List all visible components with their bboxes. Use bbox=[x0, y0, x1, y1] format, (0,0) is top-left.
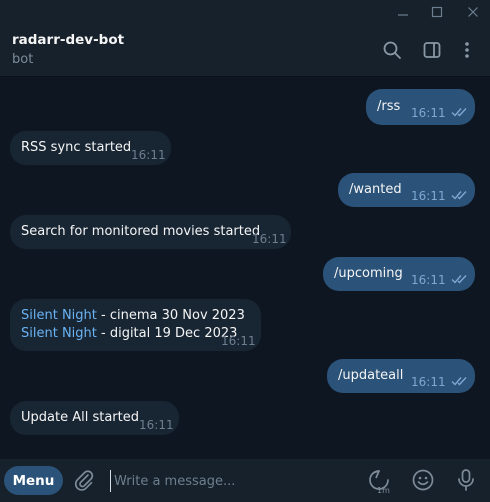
window-titlebar bbox=[0, 0, 490, 23]
message-composer: Menu 1m bbox=[0, 459, 490, 502]
incoming-message[interactable]: RSS sync started 16:11 bbox=[10, 131, 171, 165]
minimize-button[interactable] bbox=[388, 0, 418, 23]
message-text: /updateall bbox=[338, 368, 404, 383]
search-button[interactable] bbox=[380, 38, 404, 62]
movie-link[interactable]: Silent Night bbox=[21, 308, 97, 323]
incoming-message[interactable]: Search for monitored movies started 16:1… bbox=[10, 215, 291, 249]
more-options-button[interactable] bbox=[455, 38, 479, 62]
read-ticks-icon bbox=[451, 191, 467, 200]
maximize-button[interactable] bbox=[422, 0, 452, 23]
search-icon bbox=[383, 41, 401, 59]
attach-button[interactable] bbox=[70, 466, 98, 494]
outgoing-message[interactable]: /upcoming 16:11 bbox=[323, 257, 475, 291]
record-voice-button[interactable] bbox=[452, 466, 480, 494]
message-line: Silent Night - digital 19 Dec 2023 bbox=[21, 325, 237, 343]
incoming-message[interactable]: Update All started 16:11 bbox=[10, 401, 179, 435]
message-list[interactable]: /rss 16:11 RSS sync started 16:11 /wante… bbox=[0, 78, 490, 443]
read-ticks-icon bbox=[451, 275, 467, 284]
emoji-icon bbox=[412, 469, 434, 491]
message-text: Update All started bbox=[21, 410, 139, 425]
message-text: /wanted bbox=[349, 182, 402, 197]
message-time: 16:11 bbox=[139, 418, 174, 432]
timer-icon: 1m bbox=[369, 470, 390, 494]
chat-title[interactable]: radarr-dev-bot bbox=[12, 32, 124, 48]
close-window-button[interactable] bbox=[458, 0, 488, 23]
message-text: /upcoming bbox=[334, 266, 403, 281]
release-info: - cinema 30 Nov 2023 bbox=[96, 308, 245, 323]
emoji-button[interactable] bbox=[409, 466, 437, 494]
toggle-sidebar-button[interactable] bbox=[420, 38, 444, 62]
more-vertical-icon bbox=[465, 42, 469, 58]
message-time: 16:11 bbox=[131, 148, 166, 162]
movie-link[interactable]: Silent Night bbox=[21, 326, 97, 341]
message-line: Silent Night - cinema 30 Nov 2023 bbox=[21, 307, 245, 325]
message-time: 16:11 bbox=[252, 232, 287, 246]
attach-icon bbox=[74, 470, 94, 491]
message-time: 16:11 bbox=[221, 334, 256, 348]
maximize-icon bbox=[431, 6, 443, 17]
chat-status: bot bbox=[12, 52, 34, 67]
outgoing-message[interactable]: /wanted 16:11 bbox=[338, 173, 475, 207]
message-text: /rss bbox=[377, 99, 401, 114]
message-text: RSS sync started bbox=[21, 140, 132, 155]
message-input[interactable] bbox=[110, 470, 350, 492]
incoming-message[interactable]: Silent Night - cinema 30 Nov 2023 Silent… bbox=[10, 299, 261, 351]
chat-header: radarr-dev-bot bot bbox=[0, 23, 490, 77]
release-info: - digital 19 Dec 2023 bbox=[96, 326, 238, 341]
sidebar-panel-icon bbox=[423, 42, 441, 58]
schedule-timer-button[interactable]: 1m bbox=[366, 466, 394, 494]
outgoing-message[interactable]: /rss 16:11 bbox=[366, 89, 475, 125]
timer-label: 1m bbox=[377, 486, 390, 494]
message-time: 16:11 bbox=[411, 189, 446, 203]
message-text: Search for monitored movies started bbox=[21, 224, 261, 239]
read-ticks-icon bbox=[451, 108, 467, 117]
message-time: 16:11 bbox=[411, 375, 446, 389]
microphone-icon bbox=[458, 469, 474, 491]
minimize-icon bbox=[398, 13, 408, 16]
bot-menu-button[interactable]: Menu bbox=[4, 466, 63, 495]
message-time: 16:11 bbox=[411, 273, 446, 287]
close-icon bbox=[468, 6, 478, 17]
read-ticks-icon bbox=[451, 377, 467, 386]
outgoing-message[interactable]: /updateall 16:11 bbox=[327, 359, 475, 393]
message-time: 16:11 bbox=[411, 106, 446, 120]
